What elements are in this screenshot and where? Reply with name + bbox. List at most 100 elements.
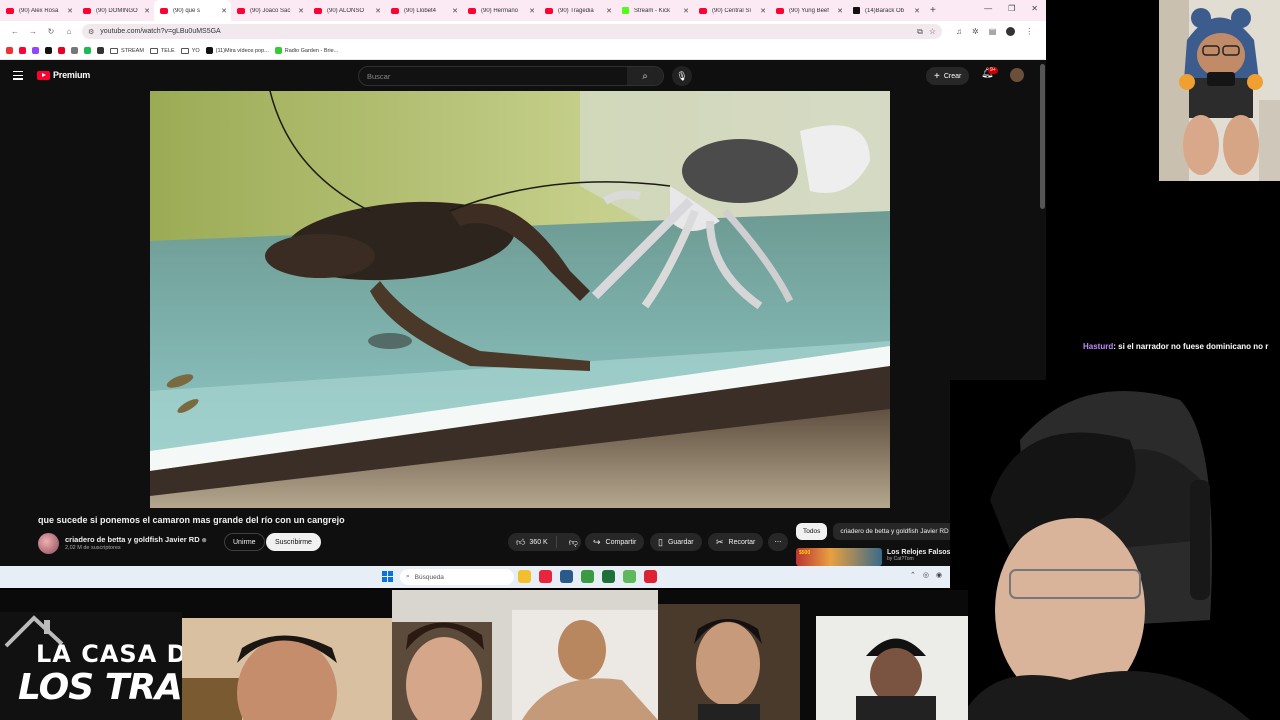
tab-close-icon[interactable]: ✕ bbox=[914, 7, 920, 15]
subscribe-button[interactable]: Suscribirme bbox=[266, 533, 321, 551]
browser-tab[interactable]: (90) DOMINGO ✕ bbox=[77, 0, 154, 21]
tab-close-icon[interactable]: ✕ bbox=[452, 7, 458, 15]
windows-start-icon[interactable] bbox=[382, 571, 393, 582]
search-box[interactable]: Buscar ⌕ bbox=[358, 66, 664, 86]
minimize-icon[interactable]: — bbox=[984, 4, 992, 13]
search-icon: ⌕ bbox=[406, 573, 410, 580]
like-button[interactable]: 👍︎ 360 K bbox=[508, 536, 557, 548]
dislike-button[interactable]: 👎︎ bbox=[562, 537, 585, 548]
chip-all[interactable]: Todos bbox=[796, 523, 828, 540]
share-arrow-icon: ↪ bbox=[593, 536, 601, 547]
channel-avatar[interactable] bbox=[38, 532, 59, 554]
browser-tab[interactable]: (90) Hermano ✕ bbox=[462, 0, 539, 21]
join-button[interactable]: Unirme bbox=[224, 533, 265, 551]
taskbar-app-icon[interactable] bbox=[602, 570, 615, 583]
browser-tab[interactable]: (90) Alex Rosa ✕ bbox=[0, 0, 77, 21]
bookmark-item[interactable] bbox=[6, 47, 13, 54]
tab-close-icon[interactable]: ✕ bbox=[529, 7, 535, 15]
tab-close-icon[interactable]: ✕ bbox=[683, 7, 689, 15]
new-tab-button[interactable]: + bbox=[930, 5, 936, 16]
forward-icon[interactable]: → bbox=[24, 27, 42, 36]
create-button[interactable]: + Crear bbox=[926, 67, 970, 85]
profile-avatar[interactable] bbox=[1006, 27, 1016, 36]
media-icon[interactable]: ♫ bbox=[956, 27, 962, 36]
browser-tab[interactable]: (90) Tragedia ✕ bbox=[539, 0, 616, 21]
tab-close-icon[interactable]: ✕ bbox=[67, 7, 73, 15]
tray-app-icon[interactable]: ◎ bbox=[923, 571, 929, 579]
browser-tab[interactable]: (14)Barack Ob ✕ bbox=[847, 0, 924, 21]
taskbar-app-icon[interactable] bbox=[539, 570, 552, 583]
tab-close-icon[interactable]: ✕ bbox=[221, 7, 227, 15]
bookmark-item[interactable] bbox=[97, 47, 104, 54]
bookmark-item[interactable] bbox=[71, 47, 78, 54]
taskbar-app-icon[interactable] bbox=[581, 570, 594, 583]
bookmark-item[interactable]: YO bbox=[180, 47, 200, 54]
tab-close-icon[interactable]: ✕ bbox=[760, 7, 766, 15]
account-avatar[interactable] bbox=[1010, 68, 1024, 82]
bookmark-item[interactable] bbox=[32, 47, 39, 54]
video-player[interactable] bbox=[150, 91, 890, 508]
tray-app-icon[interactable]: ◉ bbox=[936, 571, 942, 579]
back-icon[interactable]: ← bbox=[6, 27, 24, 36]
browser-tab[interactable]: Stream - Kick ✕ bbox=[616, 0, 693, 21]
browser-tab[interactable]: (90) Central Sí ✕ bbox=[693, 0, 770, 21]
youtube-favicon-icon bbox=[545, 7, 553, 14]
bookmark-item[interactable] bbox=[19, 47, 26, 54]
browser-tab[interactable]: (90) Yung Beef ✕ bbox=[770, 0, 847, 21]
browser-tab[interactable]: (90) Joaco Sac ✕ bbox=[231, 0, 308, 21]
more-actions-button[interactable]: ⋯ bbox=[768, 533, 788, 551]
search-icon[interactable]: ⌕ bbox=[627, 67, 663, 85]
clip-button[interactable]: ✂ Recortar bbox=[708, 533, 764, 551]
taskbar-app-icon[interactable] bbox=[518, 570, 531, 583]
browser-tab[interactable]: (90) ALONSO ✕ bbox=[308, 0, 385, 21]
bookmark-item[interactable] bbox=[58, 47, 65, 54]
tab-close-icon[interactable]: ✕ bbox=[298, 7, 304, 15]
taskbar-app-icon[interactable] bbox=[644, 570, 657, 583]
close-window-icon[interactable]: ✕ bbox=[1031, 4, 1038, 13]
bookmark-favicon-icon bbox=[19, 47, 26, 54]
reload-icon[interactable]: ↻ bbox=[42, 27, 60, 36]
channel-name-wrap[interactable]: criadero de betta y goldfish Javier RD ⊛ bbox=[65, 535, 207, 544]
youtube-premium-logo[interactable]: Premium bbox=[37, 70, 90, 80]
hamburger-menu-icon[interactable] bbox=[13, 71, 23, 82]
tab-close-icon[interactable]: ✕ bbox=[144, 7, 150, 15]
taskbar-search[interactable]: ⌕ Búsqueda bbox=[400, 569, 514, 585]
search-input[interactable]: Buscar bbox=[359, 72, 627, 81]
install-icon[interactable]: ⧉ bbox=[917, 27, 923, 37]
taskbar-app-icon[interactable] bbox=[560, 570, 573, 583]
bookmark-item[interactable]: Radio Garden - Brie... bbox=[274, 47, 338, 54]
bookmark-star-icon[interactable]: ☆ bbox=[929, 27, 936, 36]
page-scrollbar[interactable] bbox=[1040, 64, 1045, 209]
bookmark-item[interactable] bbox=[84, 47, 91, 54]
bookmark-item[interactable]: (11)Mira vídeos pop... bbox=[205, 47, 269, 54]
recommended-video[interactable]: $500 Los Relojes Falsos de by Cat?Tom bbox=[796, 548, 961, 566]
chip-channel[interactable]: criadero de betta y goldfish Javier RD bbox=[833, 523, 956, 540]
taskbar-app-icon[interactable] bbox=[623, 570, 636, 583]
site-info-icon[interactable]: ⚙ bbox=[88, 28, 94, 36]
save-button[interactable]: ▯ Guardar bbox=[650, 533, 702, 551]
bookmark-item[interactable]: TELE bbox=[149, 47, 175, 54]
sidepanel-icon[interactable]: ▤ bbox=[989, 27, 997, 36]
tab-close-icon[interactable]: ✕ bbox=[606, 7, 612, 15]
share-button[interactable]: ↪ Compartir bbox=[585, 533, 645, 551]
kick-favicon-icon bbox=[622, 7, 629, 14]
omnibox[interactable]: ⚙ youtube.com/watch?v=gLBu0uMS5GA ⧉ ☆ bbox=[82, 24, 942, 39]
browser-tab[interactable]: (90) que s ✕ bbox=[154, 0, 231, 21]
channel-name[interactable]: criadero de betta y goldfish Javier RD bbox=[65, 535, 200, 544]
url-text[interactable]: youtube.com/watch?v=gLBu0uMS5GA bbox=[100, 28, 911, 35]
bookmark-favicon-icon bbox=[6, 47, 13, 54]
bookmark-item[interactable] bbox=[45, 47, 52, 54]
tray-chevron-icon[interactable]: ⌃ bbox=[910, 571, 916, 579]
bookmark-item[interactable]: STREAM bbox=[110, 47, 144, 54]
home-icon[interactable]: ⌂ bbox=[60, 27, 78, 36]
tab-close-icon[interactable]: ✕ bbox=[375, 7, 381, 15]
extensions-icon[interactable]: ✲ bbox=[972, 27, 979, 36]
voice-search-icon[interactable]: 🎙 bbox=[672, 66, 692, 86]
menu-dots-icon[interactable]: ⋮ bbox=[1025, 27, 1033, 36]
tab-close-icon[interactable]: ✕ bbox=[837, 7, 843, 15]
bookmark-label: (11)Mira vídeos pop... bbox=[215, 47, 269, 54]
restore-icon[interactable]: ❐ bbox=[1008, 4, 1015, 13]
browser-tab[interactable]: (90) Llobet4 ✕ bbox=[385, 0, 462, 21]
folder-icon bbox=[149, 47, 158, 54]
recommended-thumbnail[interactable]: $500 bbox=[796, 548, 882, 566]
